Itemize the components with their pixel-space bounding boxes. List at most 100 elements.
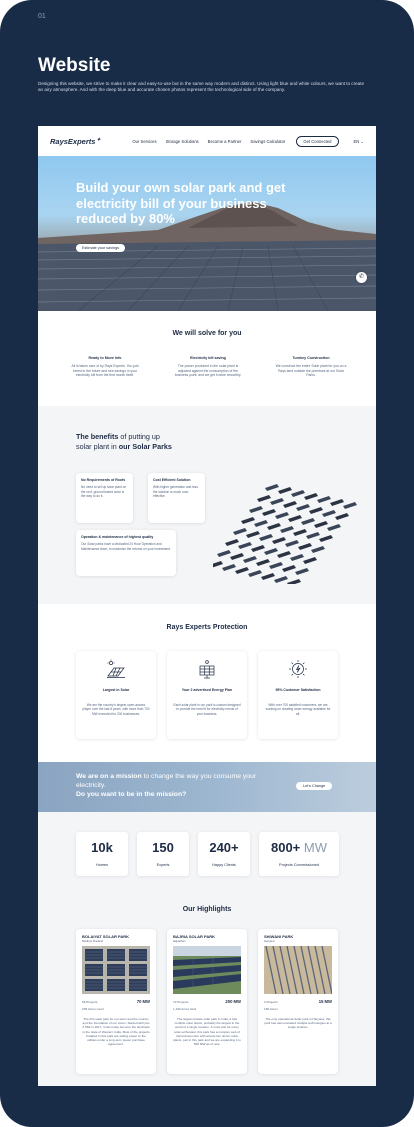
sun-bolt-icon — [289, 660, 307, 678]
solar-panel-row — [249, 506, 263, 513]
nav-link-storage[interactable]: Storage Solutions — [166, 139, 199, 144]
solar-panel-row — [261, 573, 275, 580]
stat-card: 10k Homes — [76, 832, 128, 876]
protection-heading: 95% Customer Satisfaction — [275, 688, 321, 692]
solar-panel-row — [301, 518, 315, 525]
solar-panel-row — [241, 517, 255, 524]
solar-panel-row — [296, 504, 310, 511]
protection-text: Each solar plant in our park is custom d… — [173, 703, 241, 716]
whatsapp-icon[interactable]: ✆ — [356, 272, 367, 283]
solar-panel-row — [217, 550, 231, 557]
logo[interactable]: RaysExperts✦ — [50, 137, 101, 146]
park-acres: 1,100 Acres land — [173, 1007, 197, 1011]
solve-item-heading: Ready to Move Info — [88, 356, 122, 360]
stats-highlights-section: 10k Homes 150 Experts 240+ Happy Clients… — [38, 812, 376, 1086]
solar-panel-row — [274, 576, 288, 583]
park-description: The first solar park for our team and th… — [82, 1017, 150, 1047]
protection-heading: Your 2 advertised Energy Plan — [181, 688, 233, 692]
solar-panel-row — [238, 542, 252, 549]
solar-panel-row — [225, 539, 239, 546]
solar-panel-row — [275, 512, 289, 519]
solar-panel-row — [264, 548, 278, 555]
stat-label: Experts — [156, 863, 170, 867]
highlight-card[interactable]: BOLAIYAT SOLAR PARK Madhya Pradesh 66 Pr… — [76, 929, 156, 1074]
benefit-heading: No Requirements of Roofs — [81, 478, 126, 482]
solar-panel-row — [230, 553, 244, 560]
case-description: Designing this website, we strive to mak… — [38, 81, 365, 92]
logo-star-icon: ✦ — [96, 136, 101, 143]
park-acres: 235 Acres Land — [82, 1007, 104, 1011]
benefit-card: No Requirements of Roofs No need to set … — [76, 473, 133, 523]
protection-heading: Largest in Solar — [102, 688, 130, 692]
protection-section: Rays Experts Protection Largest in Solar… — [38, 604, 376, 762]
solar-panel-row — [256, 559, 270, 566]
solar-panel-row — [288, 515, 302, 522]
solar-plant-icon — [107, 659, 125, 678]
solve-item-text: We construct the entire Solar plant for … — [275, 364, 347, 378]
solar-panel-row — [282, 565, 296, 572]
nav-link-services[interactable]: Our Services — [132, 139, 156, 144]
solar-panel-row — [327, 524, 341, 531]
stat-card: 240+ Happy Clients — [198, 832, 250, 876]
nav-link-partner[interactable]: Become a Partner — [208, 139, 242, 144]
get-connected-button[interactable]: Get Connected — [296, 135, 339, 147]
solar-panel-row — [317, 496, 331, 503]
park-field-image — [173, 946, 241, 994]
solve-item: Turnkey Construction We construct the en… — [274, 356, 348, 378]
solar-panel-row — [283, 501, 297, 508]
park-location: Rajasthan — [173, 939, 186, 943]
solar-panel-row — [257, 495, 271, 502]
solar-panel-row — [270, 498, 284, 505]
solar-panel-row — [287, 579, 301, 584]
solar-panel-row — [262, 509, 276, 516]
solar-panel-row — [319, 535, 333, 542]
park-location: Haryana — [264, 939, 275, 943]
solve-item-heading: Turnkey Construction — [292, 356, 330, 360]
solar-panel-row — [246, 531, 260, 538]
protection-text: With over 700 satisfied customers, we ar… — [265, 703, 331, 716]
language-selector[interactable]: EN ⌄ — [354, 139, 365, 144]
solar-panel-row — [309, 507, 323, 514]
solar-panel-row — [269, 562, 283, 569]
solve-item: Electricity bill saving The power produc… — [171, 356, 245, 378]
stat-card: 150 Experts — [137, 832, 189, 876]
mission-banner: We are on a mission to change the way yo… — [38, 762, 376, 812]
park-description: The largest private solar park in India,… — [173, 1017, 241, 1047]
stat-value: 10k — [91, 840, 113, 855]
solar-panel-row — [248, 570, 262, 577]
solar-panel-row — [243, 556, 257, 563]
stat-value: 800+ MW — [270, 840, 327, 855]
solar-panel-icon — [199, 660, 215, 679]
hero-section: Build your own solar park and get electr… — [38, 156, 376, 311]
highlight-card[interactable]: BAJRIA SOLAR PARK Rajasthan 72 Projects … — [167, 929, 247, 1074]
case-number: 01 — [38, 13, 46, 20]
case-title: Website — [38, 55, 111, 76]
benefits-section: The benefits of putting up solar plant i… — [38, 406, 376, 604]
benefit-text: No need to set up solar plant on the roo… — [81, 485, 127, 499]
stat-label: Happy Clients — [212, 863, 236, 867]
benefit-text: Our Solar parks have a dedicated 24 Hour… — [81, 542, 171, 551]
solar-panel-row — [291, 490, 305, 497]
solve-section: We will solve for you Ready to Move Info… — [38, 311, 376, 406]
benefit-heading: Operation & maintenance of highest quali… — [81, 535, 154, 539]
solve-item-heading: Electricity bill saving — [190, 356, 226, 360]
park-projects-row: 3 Projects 15 MW — [264, 999, 332, 1004]
park-description: The only operational Solar park in Harya… — [264, 1017, 332, 1030]
protection-title: Rays Experts Protection — [166, 624, 248, 631]
solar-panel-row — [295, 568, 309, 575]
park-location: Madhya Pradesh — [82, 939, 104, 943]
solar-panel-row — [335, 513, 349, 520]
mission-text: We are on a mission to change the way yo… — [76, 773, 257, 798]
solve-item-text: The power produced in the solar plant is… — [174, 364, 242, 378]
solar-panel-row — [293, 529, 307, 536]
solar-panel-row — [306, 532, 320, 539]
solar-panel-row — [314, 521, 328, 528]
lets-change-button[interactable]: Let's Change — [296, 782, 333, 790]
highlight-card[interactable]: SHIWANI PARK Haryana 3 Projects 15 MW 150… — [258, 929, 338, 1074]
benefit-heading: Cost Efficient Solution — [153, 478, 191, 482]
nav-link-calculator[interactable]: Savings Calculator — [250, 139, 285, 144]
solar-panel-row — [280, 526, 294, 533]
solar-panel-row — [343, 502, 357, 509]
benefit-text: With higher generation and less, the sol… — [153, 485, 199, 499]
estimate-savings-button[interactable]: Estimate your savings — [76, 244, 126, 252]
